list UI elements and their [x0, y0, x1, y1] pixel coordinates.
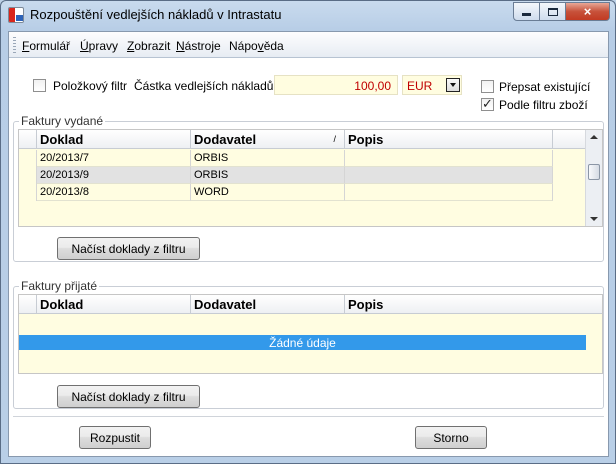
scroll-down-icon[interactable] — [590, 217, 598, 221]
col-popis[interactable]: Popis — [345, 295, 553, 314]
goods-filter-label: Podle filtru zboží — [499, 98, 588, 112]
received-group-title: Faktury přijaté — [19, 279, 100, 293]
cancel-button[interactable]: Storno — [415, 426, 487, 449]
menu-napoveda[interactable]: Nápověda — [229, 39, 284, 53]
cell-doklad: 20/2013/7 — [37, 150, 191, 167]
cell-dodavatel: ORBIS — [191, 150, 345, 167]
issued-scrollbar[interactable] — [585, 130, 602, 226]
issued-grid-header: Doklad Dodavatel / Popis — [19, 130, 586, 149]
col-doklad[interactable]: Doklad — [37, 130, 191, 149]
currency-dropdown-button[interactable] — [446, 78, 460, 92]
menu-nastroje[interactable]: Nástroje — [176, 39, 221, 53]
no-data-row: Žádné údaje — [19, 335, 586, 350]
cell-dodavatel: ORBIS — [191, 167, 345, 184]
window-title: Rozpouštění vedlejších nákladů v Intrast… — [30, 7, 282, 22]
table-row[interactable]: 20/2013/8 WORD — [19, 184, 586, 201]
maximize-icon — [547, 7, 558, 16]
overwrite-label: Přepsat existující — [499, 80, 591, 94]
cell-popis — [345, 167, 553, 184]
col-dodavatel[interactable]: Dodavatel / — [191, 130, 345, 149]
maximize-button[interactable] — [540, 2, 566, 21]
received-invoices-group: Faktury přijaté Doklad Dodavatel Popis Ž… — [13, 279, 604, 409]
overwrite-checkbox[interactable] — [481, 80, 494, 93]
table-row[interactable]: 20/2013/7 ORBIS — [19, 150, 586, 167]
menu-formular[interactable]: Formulář — [22, 39, 70, 53]
sort-icon: / — [333, 134, 336, 144]
item-filter-label: Položkový filtr — [53, 79, 128, 93]
menu-grip-icon — [13, 37, 16, 53]
cell-dodavatel: WORD — [191, 184, 345, 201]
header-gutter — [19, 295, 37, 314]
item-filter-checkbox[interactable] — [33, 79, 46, 92]
dialog-window: Rozpouštění vedlejších nákladů v Intrast… — [0, 0, 616, 464]
issued-grid[interactable]: Doklad Dodavatel / Popis 20/2013/7 ORBIS … — [18, 129, 603, 227]
col-popis[interactable]: Popis — [345, 130, 553, 149]
footer-separator — [13, 416, 604, 417]
close-button[interactable]: × — [566, 2, 610, 21]
minimize-icon — [522, 13, 531, 16]
caption-buttons: × — [513, 2, 610, 21]
app-icon — [8, 7, 24, 23]
table-row-selected[interactable]: 20/2013/9 ORBIS — [19, 167, 553, 184]
cell-popis — [345, 150, 553, 167]
header-gutter — [19, 130, 37, 149]
amount-label: Částka vedlejších nákladů: — [134, 79, 277, 93]
issued-group-title: Faktury vydané — [19, 114, 106, 128]
dialog-client: Formulář Úpravy Zobrazit Nástroje Nápově… — [8, 31, 609, 457]
scroll-thumb[interactable] — [588, 164, 600, 180]
received-grid-header: Doklad Dodavatel Popis — [19, 295, 602, 314]
cell-popis — [345, 184, 553, 201]
scroll-up-icon[interactable] — [590, 135, 598, 139]
col-dodavatel[interactable]: Dodavatel — [191, 295, 345, 314]
minimize-button[interactable] — [513, 2, 540, 21]
menu-bar: Formulář Úpravy Zobrazit Nástroje Nápově… — [9, 32, 608, 58]
issued-load-button[interactable]: Načíst doklady z filtru — [57, 237, 200, 260]
dissolve-button[interactable]: Rozpustit — [79, 426, 151, 449]
cell-doklad: 20/2013/9 — [37, 167, 191, 184]
close-icon: × — [583, 4, 592, 19]
goods-filter-checkbox[interactable] — [481, 96, 494, 112]
title-bar[interactable]: Rozpouštění vedlejších nákladů v Intrast… — [1, 1, 615, 29]
cell-doklad: 20/2013/8 — [37, 184, 191, 201]
amount-input[interactable]: 100,00 — [274, 75, 398, 95]
received-load-button[interactable]: Načíst doklady z filtru — [57, 385, 200, 408]
col-doklad[interactable]: Doklad — [37, 295, 191, 314]
menu-upravy[interactable]: Úpravy — [80, 39, 118, 53]
received-grid[interactable]: Doklad Dodavatel Popis Žádné údaje — [18, 294, 603, 374]
issued-invoices-group: Faktury vydané Doklad Dodavatel / Popis 2… — [13, 114, 604, 262]
menu-zobrazit[interactable]: Zobrazit — [127, 39, 170, 53]
